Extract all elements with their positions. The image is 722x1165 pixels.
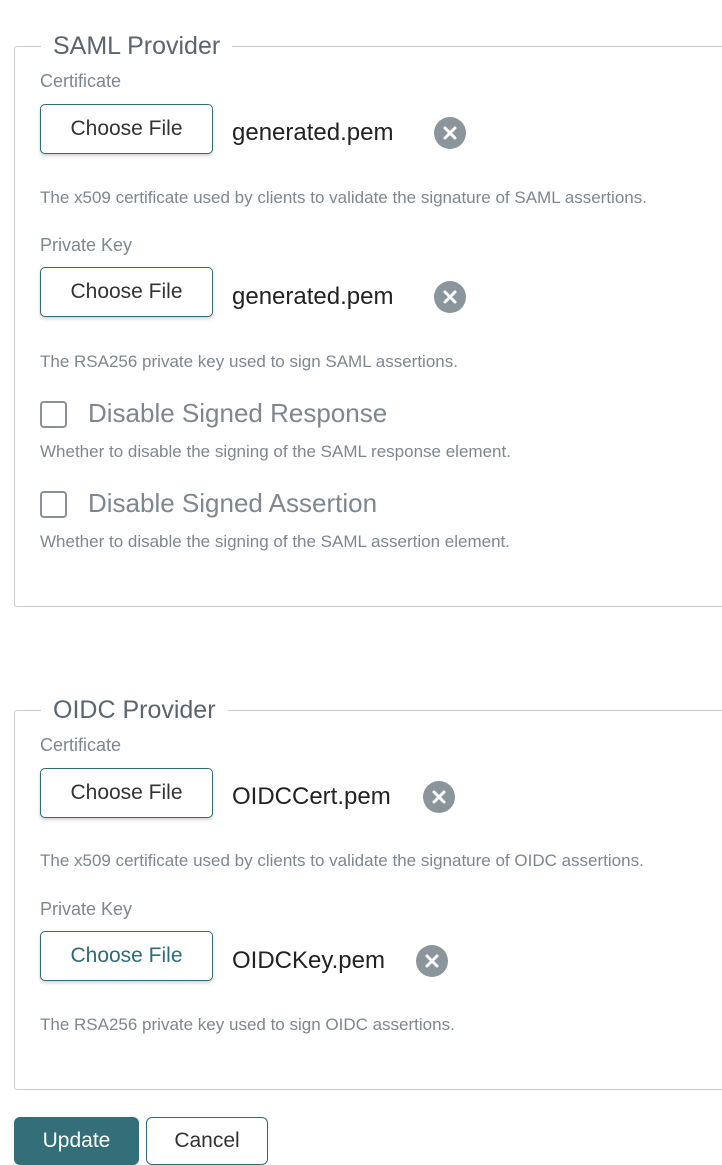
oidc-certificate-filename: OIDCCert.pem xyxy=(232,783,391,810)
saml-certificate-choose-file-button[interactable]: Choose File xyxy=(40,104,213,154)
disable-signed-response-label[interactable]: Disable Signed Response xyxy=(88,398,387,429)
close-icon xyxy=(443,290,457,304)
disable-signed-response-help: Whether to disable the signing of the SA… xyxy=(40,442,511,461)
disable-signed-assertion-checkbox[interactable] xyxy=(40,491,67,518)
oidc-provider-legend: OIDC Provider xyxy=(41,694,228,726)
update-button[interactable]: Update xyxy=(14,1117,139,1165)
oidc-provider-fieldset: OIDC Provider Certificate Choose File OI… xyxy=(14,694,722,1090)
saml-certificate-help: The x509 certificate used by clients to … xyxy=(40,188,647,207)
saml-provider-fieldset: SAML Provider Certificate Choose File ge… xyxy=(14,30,722,607)
saml-certificate-clear-button[interactable] xyxy=(434,117,466,149)
oidc-certificate-choose-file-button[interactable]: Choose File xyxy=(40,768,213,818)
saml-certificate-filename: generated.pem xyxy=(232,119,394,146)
oidc-certificate-label: Certificate xyxy=(40,735,122,755)
close-icon xyxy=(425,954,439,968)
close-icon xyxy=(432,790,446,804)
close-icon xyxy=(443,126,457,140)
disable-signed-response-checkbox[interactable] xyxy=(40,401,67,428)
saml-private-key-filename: generated.pem xyxy=(232,283,394,310)
saml-private-key-choose-file-button[interactable]: Choose File xyxy=(40,267,213,317)
disable-signed-assertion-help: Whether to disable the signing of the SA… xyxy=(40,532,510,551)
oidc-private-key-filename: OIDCKey.pem xyxy=(232,947,385,974)
cancel-button[interactable]: Cancel xyxy=(146,1117,268,1165)
saml-provider-legend: SAML Provider xyxy=(41,30,233,62)
oidc-private-key-choose-file-button[interactable]: Choose File xyxy=(40,931,213,981)
saml-private-key-label: Private Key xyxy=(40,235,133,255)
oidc-certificate-clear-button[interactable] xyxy=(423,781,455,813)
oidc-private-key-clear-button[interactable] xyxy=(416,945,448,977)
saml-private-key-help: The RSA256 private key used to sign SAML… xyxy=(40,352,458,371)
oidc-certificate-help: The x509 certificate used by clients to … xyxy=(40,851,644,870)
saml-private-key-clear-button[interactable] xyxy=(434,281,466,313)
disable-signed-assertion-label[interactable]: Disable Signed Assertion xyxy=(88,488,377,519)
saml-certificate-label: Certificate xyxy=(40,71,122,91)
oidc-private-key-label: Private Key xyxy=(40,899,133,919)
oidc-private-key-help: The RSA256 private key used to sign OIDC… xyxy=(40,1015,455,1034)
